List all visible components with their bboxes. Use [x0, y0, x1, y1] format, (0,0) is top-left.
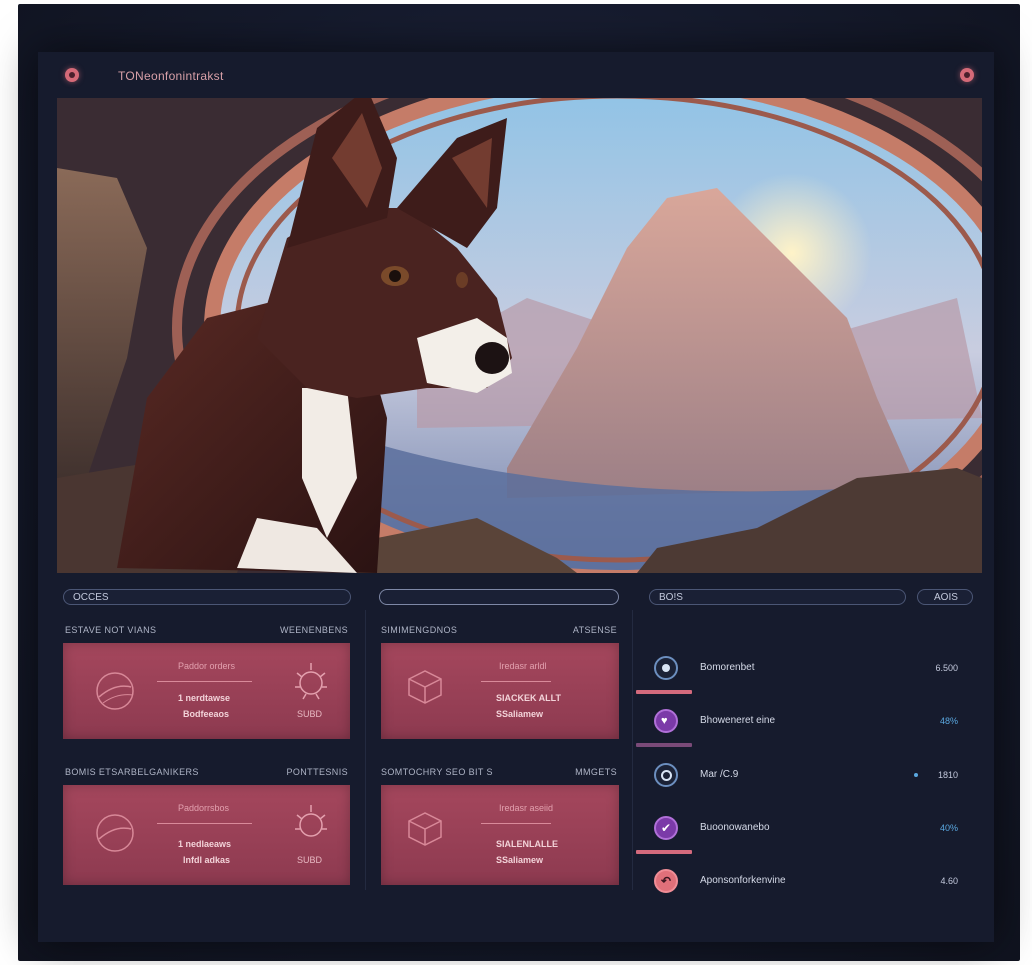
cube-icon — [408, 670, 442, 704]
target-icon — [654, 656, 678, 680]
list-item-label: Mar /C.9 — [700, 769, 739, 780]
card-header-left: SOMTOCHRY SEO BIT S — [381, 767, 493, 777]
list-item-value: 4.60 — [940, 876, 958, 886]
dog-viewport-scene — [57, 98, 982, 573]
card-header-right: MMGETS — [575, 767, 617, 777]
cube-icon — [408, 812, 442, 846]
card-header-left: BOMIS ETSARBELGANIKERS — [65, 767, 199, 777]
list-item[interactable]: Mar /C.9 1810 — [640, 756, 970, 800]
card-divider-line — [481, 823, 551, 824]
status-dot — [914, 773, 918, 777]
heart-icon: ♥ — [654, 709, 678, 733]
list-item-label: Bhoweneret eine — [700, 715, 776, 726]
stats-card[interactable]: Iredasr aseiid SIALENLALLE SSaliamew — [381, 785, 619, 885]
planet-icon — [96, 814, 134, 852]
search-input-left[interactable]: OCCES — [63, 589, 351, 605]
card-divider-line — [157, 681, 252, 682]
list-item-value: 6.500 — [935, 663, 958, 673]
accent-bar — [636, 743, 692, 747]
check-icon: ✔ — [654, 816, 678, 840]
card-line-2: SIALENLALLE — [496, 839, 558, 849]
card-line-2: 1 nedlaeaws — [178, 839, 232, 849]
card-divider-line — [157, 823, 252, 824]
planet-icon — [96, 672, 134, 710]
menu-dot-icon[interactable] — [65, 68, 79, 82]
list-item[interactable]: Bomorenbet 6.500 — [640, 649, 970, 693]
card-value: SUBD — [297, 709, 323, 719]
card-line-1: Iredasr aseiid — [499, 803, 554, 813]
stats-card[interactable]: Paddorrsbos 1 nedlaeaws lnfdl adkas SUBD — [63, 785, 350, 885]
add-button[interactable]: AOIS — [917, 589, 973, 605]
list-item-label: Buoonowanebo — [700, 822, 770, 833]
sun-gear-icon — [295, 663, 327, 700]
card-line-3: lnfdl adkas — [183, 855, 231, 865]
column-divider — [365, 610, 366, 890]
card-value: SUBD — [297, 855, 323, 865]
stats-card[interactable]: Paddor orders 1 nerdtawse Bodfeeaos SUBD — [63, 643, 350, 739]
list-item-value: 48% — [939, 716, 958, 726]
card-header-left: ESTAVE NOT VIANS — [65, 625, 157, 635]
card-header-right: PONTTESNIS — [286, 767, 348, 777]
list-item[interactable]: ✔ Buoonowanebo 40% — [640, 809, 970, 853]
search-input-center[interactable] — [379, 589, 619, 605]
hero-illustration — [57, 98, 982, 573]
card-header-left: SIMIMENGDNOS — [381, 625, 458, 635]
window-title: TONeonfonintrakst — [118, 69, 224, 83]
column-divider — [632, 610, 633, 890]
list-item-value: 40% — [939, 823, 958, 833]
card-line-3: SSaliamew — [496, 709, 544, 719]
accent-bar — [636, 690, 692, 694]
sun-gear-icon — [295, 805, 327, 837]
list-item-label: Bomorenbet — [700, 662, 755, 673]
list-item[interactable]: ♥ Bhoweneret eine 48% — [640, 702, 970, 746]
settings-dot-icon[interactable] — [960, 68, 974, 82]
accent-bar — [636, 850, 692, 854]
card-line-1: Paddor orders — [178, 661, 236, 671]
card-line-2: SIACKEK ALLT — [496, 693, 561, 703]
card-header-right: ATSENSE — [572, 625, 617, 635]
stats-card[interactable]: Iredasr arldl SIACKEK ALLT SSaliamew — [381, 643, 619, 739]
card-line-3: Bodfeeaos — [183, 709, 230, 719]
target-icon — [654, 763, 678, 787]
arrow-icon: ↶ — [654, 869, 678, 893]
card-line-3: SSaliamew — [496, 855, 544, 865]
card-header-right: WEENENBENS — [279, 625, 348, 635]
card-divider-line — [481, 681, 551, 682]
list-item[interactable]: ↶ Aponsonforkenvine 4.60 — [640, 862, 970, 906]
list-item-label: Aponsonforkenvine — [700, 875, 786, 886]
title-bar: TONeonfonintrakst — [38, 56, 994, 96]
card-line-2: 1 nerdtawse — [178, 693, 231, 703]
list-item-value: 1810 — [937, 770, 958, 780]
search-input-right[interactable]: BO!S — [649, 589, 906, 605]
card-line-1: Iredasr arldl — [499, 661, 547, 671]
card-line-1: Paddorrsbos — [178, 803, 230, 813]
